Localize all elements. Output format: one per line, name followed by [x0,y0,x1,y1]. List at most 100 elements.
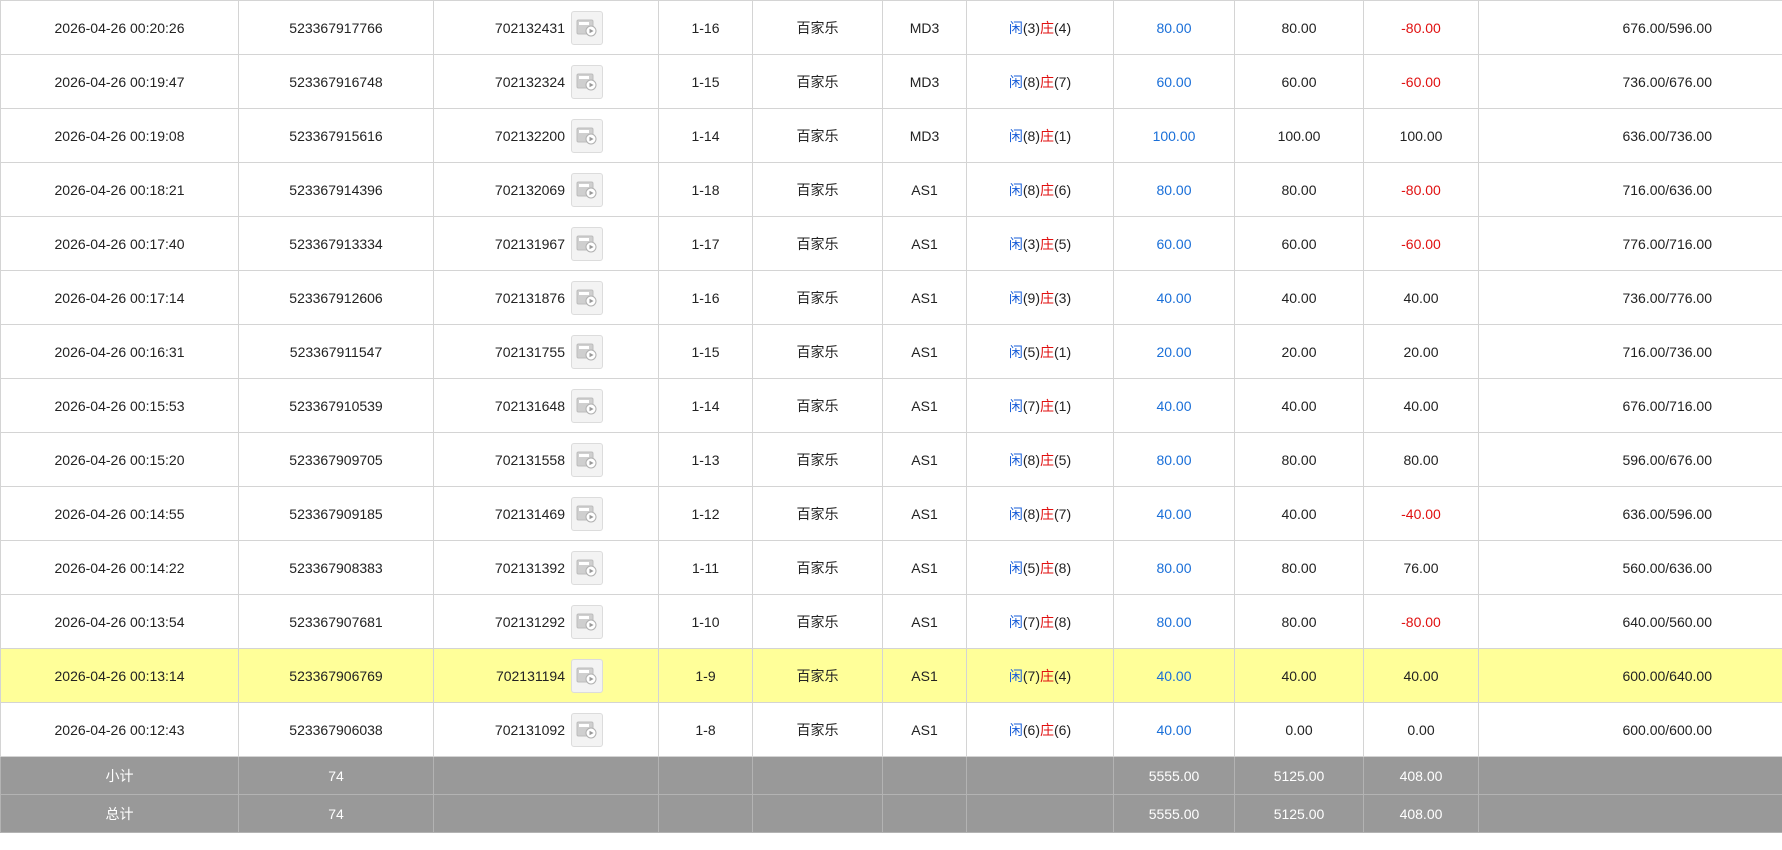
result-cell: 闲(8)庄(7) [966,54,1114,109]
video-replay-button[interactable] [571,712,603,747]
result-cell: 闲(5)庄(1) [966,324,1114,379]
round-cell: 702131392 [433,540,659,595]
subtotal-empty [1478,756,1782,795]
table-code: AS1 [882,594,967,649]
balance-before-after: 716.00/736.00 [1478,324,1782,379]
video-replay-icon [576,18,598,38]
video-replay-button[interactable] [571,496,603,531]
game-type: 百家乐 [752,162,883,217]
bet-id: 523367907681 [238,594,434,649]
video-replay-button[interactable] [571,10,603,45]
video-replay-icon [576,288,598,308]
valid-bet-amount: 80.00 [1234,162,1364,217]
shoe-hand: 1-14 [658,108,753,163]
result-cell: 闲(5)庄(8) [966,540,1114,595]
round-id: 702132200 [494,127,565,144]
round-cell: 702131967 [433,216,659,271]
banker-label: 庄 [1040,505,1054,522]
bet-amount: 80.00 [1113,162,1235,217]
player-label: 闲 [1008,397,1023,414]
player-score: (9) [1022,289,1040,306]
player-score: (5) [1022,343,1040,360]
video-replay-button[interactable] [571,388,603,423]
bet-id: 523367909705 [238,432,434,487]
result-cell: 闲(8)庄(5) [966,432,1114,487]
valid-bet-amount: 60.00 [1234,216,1364,271]
win-loss: -80.00 [1363,162,1479,217]
round-id: 702131967 [494,235,565,252]
bet-time: 2026-04-26 00:13:14 [0,648,239,703]
subtotal-empty [433,756,659,795]
table-code: AS1 [882,216,967,271]
bet-time: 2026-04-26 00:12:43 [0,702,239,757]
bet-id: 523367913334 [238,216,434,271]
bet-time: 2026-04-26 00:20:26 [0,0,239,55]
bet-amount: 40.00 [1113,270,1235,325]
video-replay-button[interactable] [571,172,603,207]
valid-bet-amount: 40.00 [1234,378,1364,433]
balance-before-after: 596.00/676.00 [1478,432,1782,487]
win-loss: 40.00 [1363,270,1479,325]
video-replay-icon [576,72,598,92]
player-score: (7) [1022,613,1040,630]
summary-body: 小计 74 5555.00 5125.00 408.00 总计 74 5555.… [0,756,1782,833]
table-row: 2026-04-26 00:14:22 523367908383 702131392… [0,540,1782,595]
table-row: 2026-04-26 00:13:14 523367906769 702131194… [0,648,1782,703]
table-code: AS1 [882,270,967,325]
balance-before-after: 716.00/636.00 [1478,162,1782,217]
video-replay-button[interactable] [571,550,603,585]
banker-score: (5) [1054,235,1072,252]
video-replay-button[interactable] [571,442,603,477]
banker-label: 庄 [1040,289,1054,306]
round-cell: 702132069 [433,162,659,217]
bet-amount: 60.00 [1113,54,1235,109]
win-loss: 80.00 [1363,432,1479,487]
table-row: 2026-04-26 00:16:31 523367911547 702131755… [0,324,1782,379]
balance-before-after: 736.00/776.00 [1478,270,1782,325]
table-row: 2026-04-26 00:15:53 523367910539 702131648… [0,378,1782,433]
bet-id: 523367910539 [238,378,434,433]
result-cell: 闲(3)庄(4) [966,0,1114,55]
bet-time: 2026-04-26 00:14:22 [0,540,239,595]
player-label: 闲 [1008,289,1023,306]
bet-time: 2026-04-26 00:19:08 [0,108,239,163]
table-row: 2026-04-26 00:17:40 523367913334 702131967… [0,216,1782,271]
player-label: 闲 [1008,73,1023,90]
subtotal-bet: 5555.00 [1113,756,1235,795]
video-replay-icon [576,234,598,254]
total-label: 总计 [0,794,239,833]
total-valid-bet: 5125.00 [1234,794,1364,833]
bet-id: 523367916748 [238,54,434,109]
banker-score: (1) [1054,127,1072,144]
video-replay-button[interactable] [571,226,603,261]
shoe-hand: 1-9 [658,648,753,703]
game-type: 百家乐 [752,270,883,325]
round-id: 702131194 [495,667,565,684]
player-score: (3) [1022,235,1040,252]
banker-score: (1) [1054,343,1072,360]
bet-amount: 20.00 [1113,324,1235,379]
player-label: 闲 [1008,667,1023,684]
win-loss: -60.00 [1363,54,1479,109]
shoe-hand: 1-16 [658,270,753,325]
valid-bet-amount: 40.00 [1234,486,1364,541]
total-empty [433,794,659,833]
shoe-hand: 1-14 [658,378,753,433]
video-replay-icon [576,612,598,632]
video-replay-icon [576,396,598,416]
records-body: 2026-04-26 00:20:26 523367917766 702132431… [0,0,1782,757]
bet-records-table: 2026-04-26 00:20:26 523367917766 702132431… [0,0,1782,833]
banker-label: 庄 [1040,127,1054,144]
video-replay-button[interactable] [571,604,603,639]
video-replay-button[interactable] [571,64,603,99]
video-replay-button[interactable] [571,334,603,369]
video-replay-button[interactable] [571,658,603,693]
result-cell: 闲(7)庄(8) [966,594,1114,649]
bet-id: 523367908383 [238,540,434,595]
valid-bet-amount: 40.00 [1234,270,1364,325]
game-type: 百家乐 [752,0,883,55]
bet-time: 2026-04-26 00:16:31 [0,324,239,379]
video-replay-button[interactable] [571,118,603,153]
round-cell: 702132324 [433,54,659,109]
video-replay-button[interactable] [571,280,603,315]
